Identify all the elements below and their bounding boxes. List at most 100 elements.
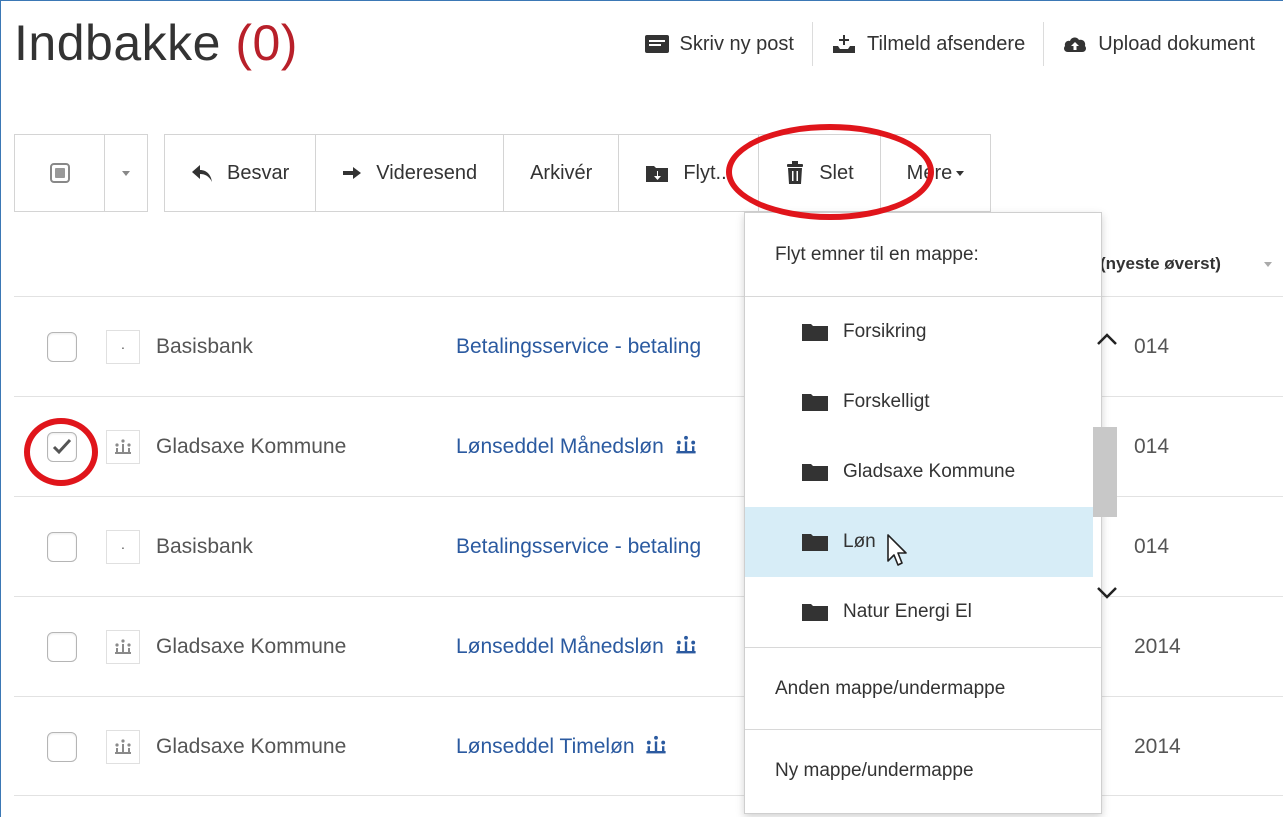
sender-name: Gladsaxe Kommune: [156, 435, 347, 458]
folder-icon: [802, 604, 828, 621]
compose-icon: [644, 35, 669, 53]
folder-list: Forsikring Forskelligt Gladsaxe Kommune …: [745, 297, 1093, 647]
top-actions: Skriv ny post Tilmeld afsendere Upload d…: [626, 22, 1274, 66]
sort-order-label[interactable]: (nyeste øverst): [1100, 254, 1221, 274]
page-title: Indbakke (0): [14, 14, 298, 72]
folder-icon: [802, 534, 828, 551]
scrollbar-thumb[interactable]: [1093, 427, 1117, 517]
subject-link[interactable]: Lønseddel Månedsløn: [456, 435, 746, 459]
subject-text: Lønseddel Månedsløn: [456, 435, 664, 458]
crown-logo-icon: [676, 635, 696, 654]
move-label: Flyt...: [683, 161, 733, 184]
chevron-down-icon: [1097, 587, 1117, 599]
crown-logo-icon: [115, 739, 131, 754]
subject-link[interactable]: Lønseddel Månedsløn: [456, 635, 746, 659]
folder-label: Forsikring: [843, 321, 927, 342]
forward-label: Videresend: [376, 161, 478, 184]
select-all-group: [14, 134, 148, 212]
chevron-down-icon: [122, 170, 131, 176]
date: 2014: [1134, 735, 1181, 758]
scroll-down-button[interactable]: [1093, 579, 1121, 607]
move-button[interactable]: Flyt...: [618, 135, 758, 211]
folder-icon: [802, 394, 828, 411]
other-folder-option[interactable]: Anden mappe/undermappe: [745, 647, 1101, 729]
subscribe-label: Tilmeld afsendere: [866, 32, 1026, 55]
subject-text: Lønseddel Månedsløn: [456, 635, 664, 658]
sender-avatar: [106, 730, 140, 764]
sender-avatar: ·: [106, 330, 140, 364]
folder-label: Natur Energi El: [843, 601, 972, 622]
page-title-text: Indbakke: [14, 15, 221, 71]
sender-name: Gladsaxe Kommune: [156, 735, 347, 758]
upload-label: Upload dokument: [1098, 32, 1255, 55]
sender-name: Gladsaxe Kommune: [156, 635, 347, 658]
action-group: Besvar Videresend Arkivér Flyt... Slet M…: [164, 134, 992, 212]
subject-link[interactable]: Betalingsservice - betaling: [456, 535, 746, 559]
crown-logo-icon: [115, 439, 131, 454]
folder-label: Forskelligt: [843, 391, 930, 412]
row-checkbox[interactable]: [47, 732, 77, 762]
move-to-folder-dropdown: Flyt emner til en mappe: Forsikring Fors…: [744, 212, 1117, 814]
sender-name: Basisbank: [156, 335, 253, 358]
partial-checkbox-icon: [49, 163, 70, 183]
crown-logo-icon: [115, 639, 131, 654]
crown-logo-icon: [646, 735, 667, 754]
delete-label: Slet: [819, 161, 854, 184]
archive-label: Arkivér: [530, 161, 593, 184]
compose-button[interactable]: Skriv ny post: [626, 22, 812, 66]
folder-item-forsikring[interactable]: Forsikring: [745, 297, 1093, 367]
folder-item-gladsaxe-kommune[interactable]: Gladsaxe Kommune: [745, 437, 1093, 507]
compose-label: Skriv ny post: [679, 32, 794, 55]
scroll-up-button[interactable]: [1093, 325, 1121, 353]
folder-list-scrollbar[interactable]: [1093, 297, 1121, 647]
dot-icon: ·: [120, 539, 126, 555]
chevron-up-icon: [1097, 333, 1117, 345]
select-all-checkbox[interactable]: [15, 135, 104, 211]
sender-avatar: ·: [106, 530, 140, 564]
reply-icon: [192, 165, 212, 182]
arrow-right-icon: [343, 167, 362, 179]
folder-item-forskelligt[interactable]: Forskelligt: [745, 367, 1093, 437]
more-button[interactable]: Mere: [879, 135, 991, 211]
folder-icon: [802, 464, 828, 481]
subscribe-senders-button[interactable]: Tilmeld afsendere: [811, 22, 1043, 66]
upload-document-button[interactable]: Upload dokument: [1043, 22, 1273, 66]
trash-icon: [787, 161, 804, 184]
select-options-dropdown[interactable]: [104, 135, 147, 211]
row-checkbox[interactable]: [47, 332, 77, 362]
folder-label: Løn: [843, 531, 876, 552]
caret-down-icon: [956, 170, 965, 176]
row-checkbox[interactable]: [47, 532, 77, 562]
reply-label: Besvar: [227, 161, 290, 184]
new-folder-option[interactable]: Ny mappe/undermappe: [745, 729, 1101, 811]
dot-icon: ·: [120, 339, 126, 355]
forward-button[interactable]: Videresend: [315, 135, 503, 211]
mouse-cursor-icon: [886, 534, 907, 566]
archive-button[interactable]: Arkivér: [503, 135, 618, 211]
row-checkbox[interactable]: [47, 632, 77, 662]
sender-avatar: [106, 630, 140, 664]
subscribe-icon: [832, 35, 855, 53]
subject-text: Lønseddel Timeløn: [456, 735, 635, 758]
delete-button[interactable]: Slet: [758, 135, 879, 211]
cloud-upload-icon: [1064, 37, 1087, 52]
reply-button[interactable]: Besvar: [165, 135, 315, 211]
date: 014: [1134, 335, 1170, 358]
checkmark-icon: [52, 438, 72, 455]
row-checkbox[interactable]: [47, 432, 77, 462]
unread-count: (0): [235, 15, 298, 71]
folder-move-icon: [646, 166, 669, 182]
sender-name: Basisbank: [156, 535, 253, 558]
dropdown-header: Flyt emner til en mappe:: [745, 213, 1101, 297]
folder-item-lon[interactable]: Løn: [745, 507, 1093, 577]
date: 014: [1134, 435, 1170, 458]
subject-link[interactable]: Betalingsservice - betaling: [456, 335, 746, 359]
folder-icon: [802, 324, 828, 341]
date: 014: [1134, 535, 1170, 558]
folder-item-natur-energi-el[interactable]: Natur Energi El: [745, 577, 1093, 647]
more-label: Mere: [906, 161, 953, 184]
sender-avatar: [106, 430, 140, 464]
sort-caret-icon[interactable]: [1264, 262, 1272, 267]
subject-link[interactable]: Lønseddel Timeløn: [456, 735, 746, 759]
date: 2014: [1134, 635, 1181, 658]
